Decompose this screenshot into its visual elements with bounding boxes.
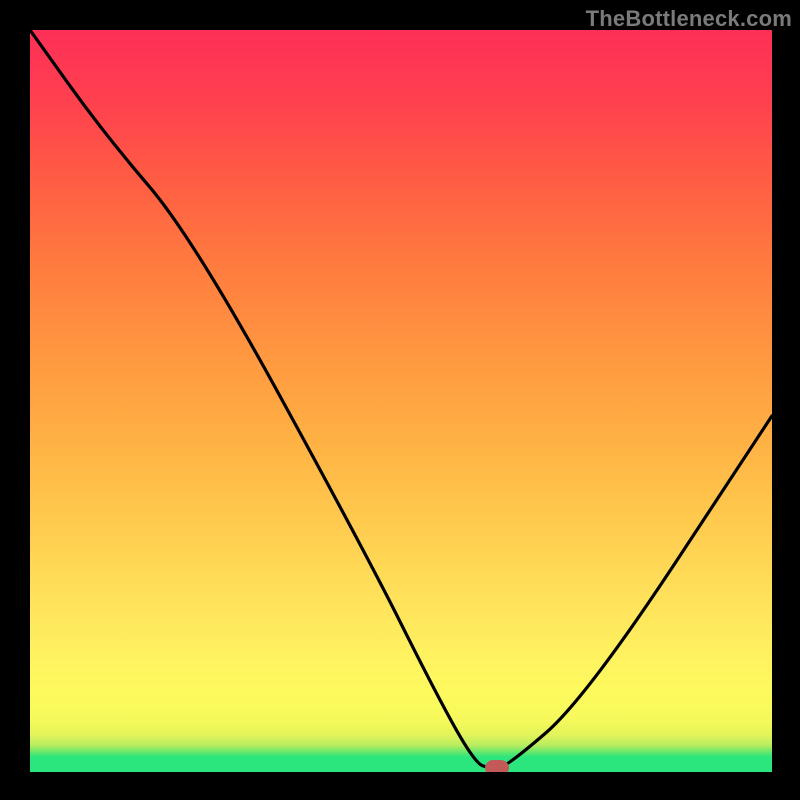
bottleneck-curve [30, 30, 772, 772]
chart-frame: TheBottleneck.com [0, 0, 800, 800]
watermark-text: TheBottleneck.com [586, 6, 792, 32]
plot-area [30, 30, 772, 772]
bottleneck-curve-path [30, 30, 772, 768]
optimum-marker [485, 760, 509, 772]
